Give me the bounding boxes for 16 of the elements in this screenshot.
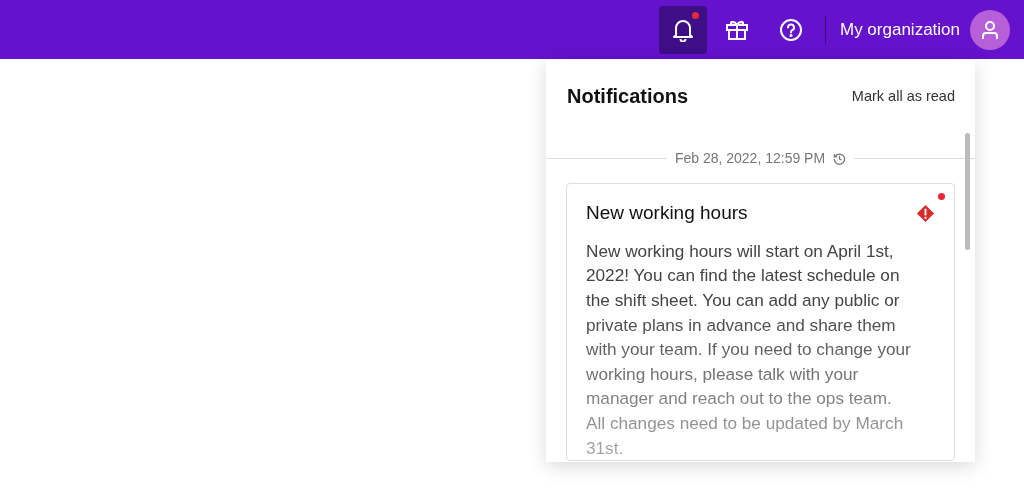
bell-icon <box>672 17 694 42</box>
notification-card[interactable] <box>566 183 955 462</box>
user-icon <box>981 19 999 40</box>
avatar[interactable] <box>970 9 1010 50</box>
history-icon <box>833 152 847 165</box>
bell-button[interactable] <box>659 5 707 54</box>
mark-all-read-link[interactable]: Mark all as read <box>851 86 955 108</box>
alert-icon <box>916 203 935 223</box>
timestamp: Feb 28, 2022, 12:59 PM <box>674 149 826 168</box>
gift-icon <box>725 18 749 41</box>
organization-name[interactable]: My organization <box>840 16 960 43</box>
scrollbar[interactable] <box>965 133 970 250</box>
help-icon <box>779 17 803 42</box>
notification-text: New working hours will start on April 1st, 2022! You can find the latest schedule on the shift sheet. You can add any public or private plans in advance and share them with your team. If you need to change your working hours, please talk with your manager and reach out to the ops team. All changes need to be updated by March 31st. <box>586 239 912 460</box>
panel-title: Notifications <box>567 84 689 108</box>
notification-title: New working hours <box>586 202 748 225</box>
